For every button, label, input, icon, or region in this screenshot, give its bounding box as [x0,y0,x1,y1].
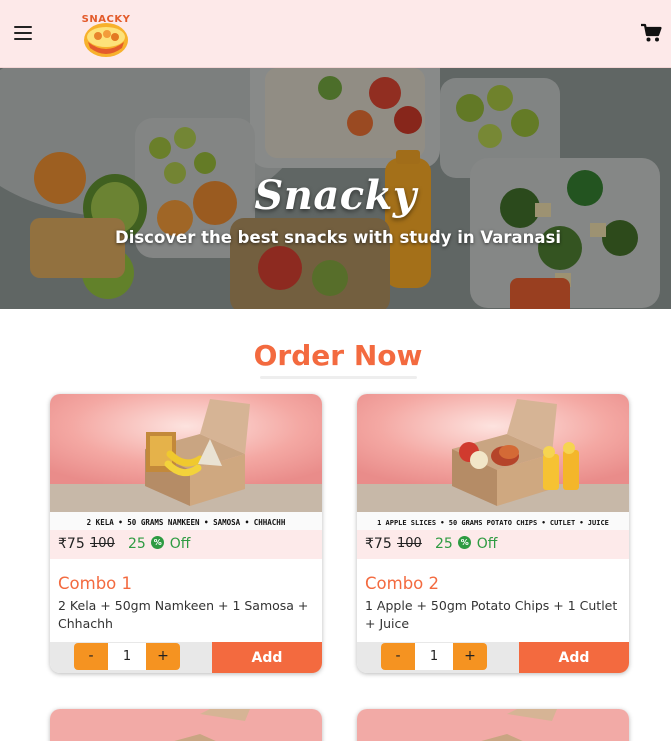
percent-icon [458,536,472,549]
hero-title: Snacky [254,172,417,219]
logo-text: SNACKY [82,14,131,25]
percent-icon [151,536,165,549]
decrease-quantity-button[interactable]: - [74,643,108,670]
hamburger-icon[interactable] [14,25,32,41]
quantity-stepper: - + [357,642,519,673]
price-row: ₹75 100 25 Off [50,530,322,559]
increase-quantity-button[interactable]: + [453,643,487,670]
price: ₹75 [58,536,85,552]
quantity-input[interactable] [415,643,453,670]
product-description: 1 Apple + 50gm Potato Chips + 1 Cutlet +… [365,598,618,631]
original-price: 100 [90,536,115,551]
product-description: 2 Kela + 50gm Namkeen + 1 Samosa + Chhac… [58,598,309,631]
add-to-cart-button[interactable]: Add [519,642,629,673]
discount-badge: 25 Off [435,536,497,552]
increase-quantity-button[interactable]: + [146,643,180,670]
hero-banner: Snacky Discover the best snacks with stu… [0,68,671,309]
snacky-logo[interactable]: SNACKY [80,10,132,60]
product-card: 1 APPLE SLICES • 50 GRAMS POTATO CHIPS •… [357,394,629,673]
product-card: 2 KELA • 50 GRAMS NAMKEEN • SAMOSA • CHH… [50,394,322,673]
discount-label: Off [169,536,191,552]
product-name: Combo 1 [58,574,133,593]
original-price: 100 [397,536,422,551]
product-image [357,709,629,741]
discount-label: Off [476,536,498,552]
decrease-quantity-button[interactable]: - [381,643,415,670]
price: ₹75 [365,536,392,552]
price-row: ₹75 100 25 Off [357,530,629,559]
discount-badge: 25 Off [128,536,190,552]
cart-icon[interactable] [640,23,662,43]
section-underline [260,376,417,379]
quantity-input[interactable] [108,643,146,670]
discount-value: 25 [435,536,453,552]
product-banner-text: 1 APPLE SLICES • 50 GRAMS POTATO CHIPS •… [377,519,609,527]
product-image: 2 KELA • 50 GRAMS NAMKEEN • SAMOSA • CHH… [50,394,322,530]
hero-subtitle: Discover the best snacks with study in V… [115,228,561,247]
discount-value: 25 [128,536,146,552]
add-to-cart-button[interactable]: Add [212,642,322,673]
product-banner-text: 2 KELA • 50 GRAMS NAMKEEN • SAMOSA • CHH… [87,518,286,527]
top-navbar: SNACKY [0,0,671,68]
product-card-partial[interactable] [50,709,322,741]
product-name: Combo 2 [365,574,440,593]
product-image: 1 APPLE SLICES • 50 GRAMS POTATO CHIPS •… [357,394,629,530]
section-title: Order Now [253,339,423,372]
product-image [50,709,322,741]
quantity-stepper: - + [50,642,212,673]
product-card-partial[interactable] [357,709,629,741]
